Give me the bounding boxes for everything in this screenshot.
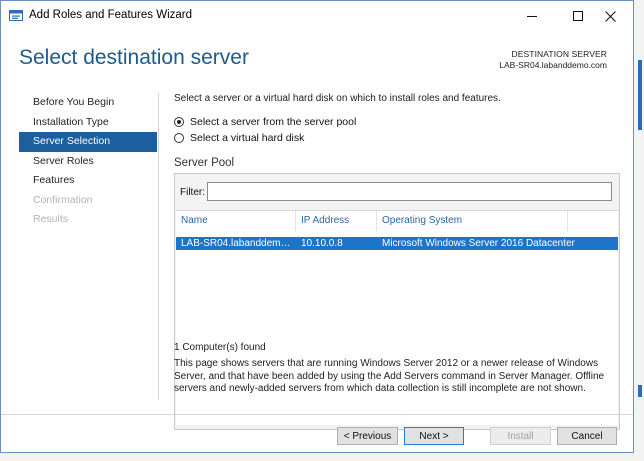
desktop-background-bottom: [0, 453, 644, 461]
previous-button[interactable]: < Previous: [337, 427, 398, 445]
desktop-accent-bar: [638, 60, 642, 130]
filter-input[interactable]: [207, 182, 612, 201]
nav-item-features[interactable]: Features: [19, 171, 157, 191]
row-operating-system: Microsoft Windows Server 2016 Datacenter: [382, 238, 575, 249]
maximize-icon: [573, 11, 583, 21]
server-pool-description: This page shows servers that are running…: [174, 358, 605, 394]
footer-divider: [1, 414, 633, 415]
nav-item-server-roles[interactable]: Server Roles: [19, 152, 157, 172]
column-header-ip-address[interactable]: IP Address: [296, 211, 377, 231]
server-pool-title: Server Pool: [174, 157, 235, 169]
option-virtual-hard-disk[interactable]: Select a virtual hard disk: [174, 131, 304, 145]
next-button[interactable]: Next >: [404, 427, 464, 445]
close-button[interactable]: [587, 1, 633, 31]
nav-item-before-you-begin[interactable]: Before You Begin: [19, 93, 157, 113]
computers-found-count: 1 Computer(s) found: [174, 342, 266, 353]
server-list-header: Name IP Address Operating System: [176, 211, 618, 231]
cancel-button[interactable]: Cancel: [557, 427, 617, 445]
nav-item-results: Results: [33, 213, 69, 225]
navigation-divider: [158, 93, 159, 400]
wizard-window: Add Roles and Features Wizard Select des…: [0, 0, 634, 453]
minimize-icon: [527, 15, 537, 17]
server-manager-icon: [9, 10, 23, 21]
window-title: Add Roles and Features Wizard: [29, 9, 192, 21]
server-pool-radio[interactable]: [174, 117, 184, 127]
destination-server-name: LAB-SR04.labanddemo.com: [499, 60, 607, 70]
nav-item-installation-type[interactable]: Installation Type: [19, 113, 157, 133]
nav-item-server-selection[interactable]: Server Selection: [19, 132, 157, 152]
install-button: Install: [490, 427, 551, 445]
option-server-pool[interactable]: Select a server from the server pool: [174, 115, 356, 129]
filter-label: Filter:: [180, 187, 205, 198]
instruction-text: Select a server or a virtual hard disk o…: [174, 93, 501, 104]
virtual-hard-disk-radio[interactable]: [174, 133, 184, 143]
title-bar[interactable]: Add Roles and Features Wizard: [1, 1, 633, 31]
table-row[interactable]: LAB-SR04.labanddemo.c... 10.10.0.8 Micro…: [176, 237, 618, 250]
nav-item-confirmation: Confirmation: [33, 193, 93, 206]
row-server-name: LAB-SR04.labanddemo.c...: [181, 238, 296, 249]
server-pool-radio-label: Select a server from the server pool: [190, 116, 357, 128]
column-header-operating-system[interactable]: Operating System: [377, 211, 568, 231]
row-ip-address: 10.10.0.8: [301, 238, 343, 249]
page-title: Select destination server: [19, 46, 249, 69]
close-icon: [604, 10, 616, 22]
minimize-button[interactable]: [509, 1, 555, 31]
column-header-name[interactable]: Name: [176, 211, 296, 231]
wizard-navigation: Before You Begin Installation Type Serve…: [19, 93, 157, 230]
virtual-hard-disk-radio-label: Select a virtual hard disk: [190, 132, 305, 144]
destination-server-label: DESTINATION SERVER: [511, 49, 607, 59]
desktop-accent-bar-small: [638, 385, 642, 397]
